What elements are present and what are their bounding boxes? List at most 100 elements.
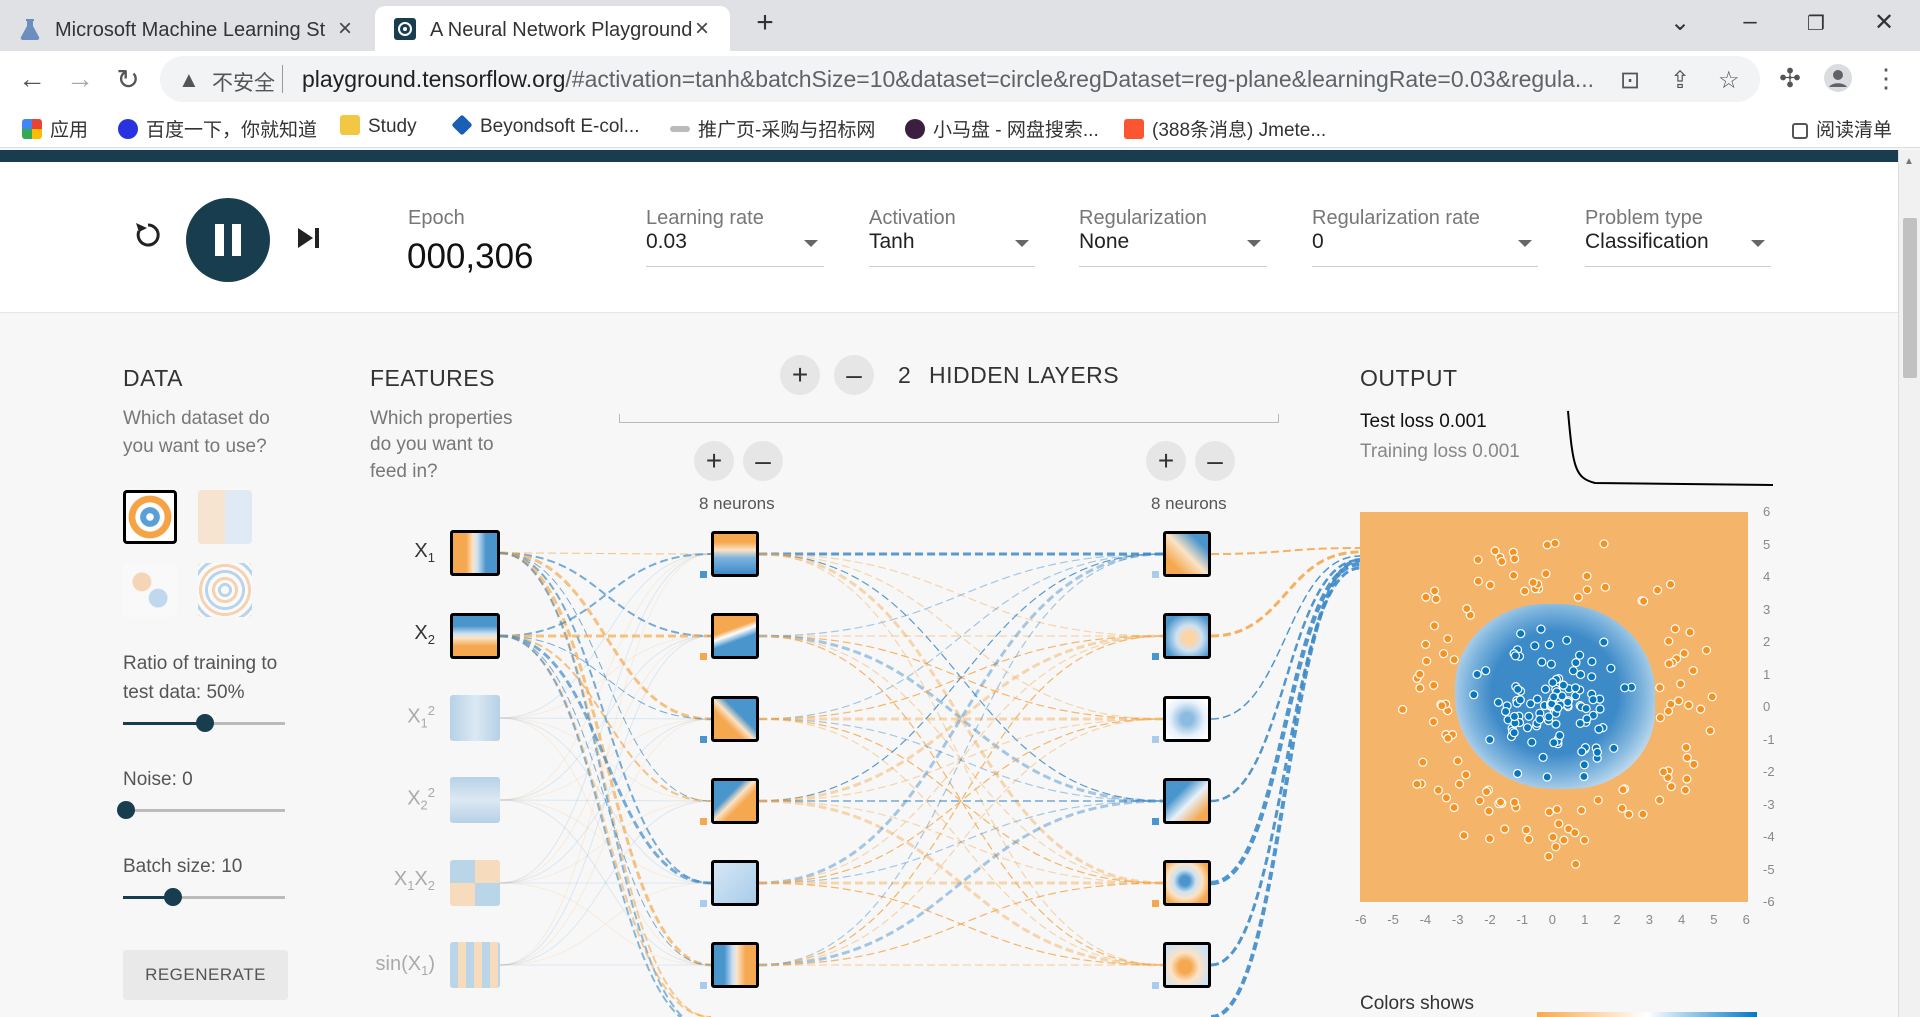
data-point	[1696, 704, 1706, 714]
page-scrollbar[interactable]: ▲	[1898, 150, 1920, 1017]
bias-indicator	[700, 653, 707, 660]
data-point	[1437, 701, 1447, 711]
data-point	[1663, 706, 1673, 716]
neuron-l2-6[interactable]	[1163, 942, 1211, 988]
data-point	[1469, 690, 1479, 700]
data-point	[1553, 703, 1563, 713]
data-point	[1688, 666, 1698, 676]
connection-link	[758, 553, 1164, 802]
data-point	[1513, 768, 1523, 779]
neuron-l2-1[interactable]	[1163, 531, 1211, 577]
data-point	[1582, 714, 1592, 724]
feature-sin-x1[interactable]	[450, 942, 500, 988]
hidden-layers-title: HIDDEN LAYERS	[929, 362, 1120, 388]
data-point	[1680, 785, 1690, 795]
data-point	[1582, 571, 1592, 581]
data-point	[1592, 747, 1602, 757]
feature-x2-squared[interactable]	[450, 777, 500, 823]
color-scale-bar	[1537, 1012, 1757, 1017]
data-point	[1546, 659, 1556, 669]
data-point	[1462, 603, 1472, 614]
data-point	[1453, 756, 1463, 766]
x-tick-label: 6	[1742, 912, 1750, 927]
data-point	[1570, 828, 1580, 838]
data-point	[1443, 634, 1453, 644]
add-layer-button[interactable]: +	[780, 355, 820, 395]
data-point	[1581, 703, 1591, 714]
scrollbar-thumb[interactable]	[1903, 218, 1917, 378]
y-tick-label: 4	[1763, 569, 1771, 584]
scroll-up-icon[interactable]: ▲	[1904, 156, 1914, 167]
feature-x1-squared[interactable]	[450, 695, 500, 741]
data-point	[1587, 672, 1597, 682]
data-point	[1551, 719, 1561, 729]
connection-link	[499, 634, 712, 885]
add-neuron-layer2-button[interactable]: +	[1146, 441, 1186, 481]
data-point	[1509, 797, 1520, 807]
feature-x1[interactable]	[450, 530, 500, 576]
data-point	[1429, 680, 1439, 690]
data-point	[1418, 757, 1428, 767]
data-point	[1609, 743, 1619, 753]
loss-curve-chart	[1567, 410, 1774, 486]
data-point	[1658, 767, 1669, 777]
data-point	[1606, 663, 1616, 673]
data-point	[1544, 851, 1554, 861]
data-point	[1493, 697, 1503, 707]
remove-layer-button[interactable]: –	[834, 355, 874, 395]
data-point	[1573, 592, 1583, 602]
data-point	[1485, 580, 1495, 590]
data-point	[1618, 785, 1628, 795]
data-point	[1516, 628, 1526, 639]
data-point	[1684, 700, 1694, 710]
neuron-l1-6[interactable]	[711, 942, 759, 988]
x-tick-label: -2	[1484, 912, 1496, 927]
data-point	[1431, 594, 1441, 604]
data-point	[1544, 640, 1554, 650]
data-point	[1532, 694, 1542, 704]
y-tick-label: -5	[1763, 861, 1775, 877]
data-point	[1655, 713, 1665, 723]
x-tick-label: -4	[1419, 912, 1432, 927]
y-tick-label: 3	[1763, 601, 1771, 617]
data-point	[1588, 695, 1598, 705]
x-tick-label: -6	[1355, 912, 1367, 927]
data-point	[1570, 683, 1581, 693]
y-tick-label: -3	[1763, 796, 1775, 812]
feature-x2[interactable]	[450, 613, 500, 659]
data-point	[1485, 735, 1495, 745]
neuron-l2-5[interactable]	[1163, 860, 1211, 906]
layers-bracket	[619, 414, 1279, 423]
neuron-l1-3[interactable]	[711, 696, 759, 742]
layer2-neuron-count: 8 neurons	[1151, 494, 1227, 513]
data-point	[1473, 576, 1483, 586]
x-tick-label: 1	[1581, 912, 1589, 927]
data-point	[1599, 539, 1609, 549]
data-point	[1617, 803, 1627, 813]
remove-neuron-layer2-button[interactable]: –	[1195, 441, 1235, 481]
neuron-l2-4[interactable]	[1163, 778, 1211, 824]
neuron-l1-2[interactable]	[711, 613, 759, 659]
neuron-l1-5[interactable]	[711, 860, 759, 906]
neuron-l1-4[interactable]	[711, 778, 759, 824]
neuron-l2-2[interactable]	[1163, 613, 1211, 659]
data-point	[1513, 684, 1523, 694]
add-neuron-layer1-button[interactable]: +	[694, 441, 734, 481]
data-point	[1433, 785, 1443, 795]
remove-neuron-layer1-button[interactable]: –	[743, 441, 783, 481]
data-point	[1443, 733, 1453, 743]
data-point	[1579, 835, 1590, 845]
feature-label-sin-x1: sin(X1)	[375, 953, 435, 978]
neuron-l1-1[interactable]	[711, 531, 759, 577]
neuron-l2-3[interactable]	[1163, 696, 1211, 742]
data-point	[1559, 835, 1569, 845]
x-tick-label: 2	[1613, 912, 1621, 927]
data-point	[1652, 585, 1663, 595]
feature-x1x2[interactable]	[450, 860, 500, 906]
data-point	[1620, 683, 1630, 693]
data-point	[1552, 804, 1562, 814]
data-point	[1412, 779, 1422, 789]
bias-indicator	[1152, 571, 1159, 578]
data-point	[1575, 650, 1585, 660]
bias-indicator	[1152, 736, 1159, 743]
